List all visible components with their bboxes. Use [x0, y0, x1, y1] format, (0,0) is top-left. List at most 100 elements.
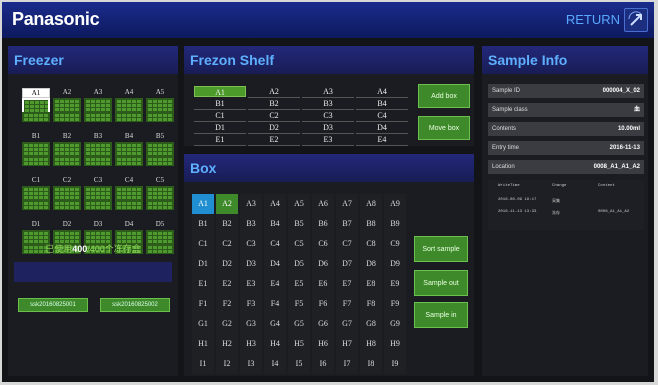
box-cell[interactable]: F6: [312, 294, 334, 314]
box-cell[interactable]: B5: [288, 214, 310, 234]
return-button[interactable]: RETURN: [566, 12, 620, 27]
freezer-rack[interactable]: [146, 200, 174, 210]
sample-in-button[interactable]: Sample in: [414, 302, 468, 328]
box-cell[interactable]: D8: [360, 254, 382, 274]
shelf-slot[interactable]: D1: [194, 122, 246, 134]
box-cell[interactable]: D1: [192, 254, 214, 274]
box-cell[interactable]: I5: [288, 354, 310, 374]
box-cell[interactable]: I3: [240, 354, 262, 374]
box-cell[interactable]: B8: [360, 214, 382, 234]
box-cell[interactable]: F2: [216, 294, 238, 314]
box-cell[interactable]: H8: [360, 334, 382, 354]
freezer-rack[interactable]: [22, 112, 50, 122]
box-cell[interactable]: E1: [192, 274, 214, 294]
box-cell[interactable]: G1: [192, 314, 214, 334]
shelf-slot[interactable]: E2: [248, 134, 300, 146]
box-cell[interactable]: F8: [360, 294, 382, 314]
box-cell[interactable]: A4: [264, 194, 286, 214]
box-cell[interactable]: B3: [240, 214, 262, 234]
box-cell[interactable]: F9: [384, 294, 406, 314]
shelf-slot[interactable]: A1: [194, 86, 246, 97]
box-cell[interactable]: B2: [216, 214, 238, 234]
freezer-rack[interactable]: [146, 156, 174, 166]
box-cell[interactable]: E2: [216, 274, 238, 294]
box-cell[interactable]: A6: [312, 194, 334, 214]
box-cell[interactable]: F3: [240, 294, 262, 314]
box-cell[interactable]: G3: [240, 314, 262, 334]
box-cell[interactable]: H6: [312, 334, 334, 354]
box-cell[interactable]: C5: [288, 234, 310, 254]
box-cell[interactable]: I6: [312, 354, 334, 374]
box-cell[interactable]: D5: [288, 254, 310, 274]
add-box-button[interactable]: Add box: [418, 84, 470, 108]
freezer-rack[interactable]: [22, 156, 50, 166]
freezer-rack[interactable]: [146, 112, 174, 122]
shelf-slot[interactable]: A4: [356, 86, 408, 98]
freezer-rack[interactable]: [53, 112, 81, 122]
box-cell[interactable]: H4: [264, 334, 286, 354]
box-cell[interactable]: A8: [360, 194, 382, 214]
box-cell[interactable]: I1: [192, 354, 214, 374]
box-cell[interactable]: C1: [192, 234, 214, 254]
sample-button-2[interactable]: ssk20160825002: [100, 298, 170, 312]
shelf-slot[interactable]: C1: [194, 110, 246, 122]
box-cell[interactable]: F7: [336, 294, 358, 314]
box-cell[interactable]: D6: [312, 254, 334, 274]
box-cell[interactable]: A7: [336, 194, 358, 214]
shelf-slot[interactable]: E3: [302, 134, 354, 146]
freezer-rack[interactable]: [84, 200, 112, 210]
box-cell[interactable]: E9: [384, 274, 406, 294]
shelf-slot[interactable]: E4: [356, 134, 408, 146]
box-cell[interactable]: E5: [288, 274, 310, 294]
shelf-slot[interactable]: B4: [356, 98, 408, 110]
box-cell[interactable]: I8: [360, 354, 382, 374]
box-cell[interactable]: A5: [288, 194, 310, 214]
box-cell[interactable]: F1: [192, 294, 214, 314]
box-cell[interactable]: H1: [192, 334, 214, 354]
shelf-slot[interactable]: D4: [356, 122, 408, 134]
freezer-rack[interactable]: [84, 156, 112, 166]
box-cell[interactable]: E7: [336, 274, 358, 294]
box-cell[interactable]: H5: [288, 334, 310, 354]
box-cell[interactable]: D2: [216, 254, 238, 274]
shelf-slot[interactable]: C3: [302, 110, 354, 122]
box-cell[interactable]: G7: [336, 314, 358, 334]
box-cell[interactable]: C6: [312, 234, 334, 254]
shelf-slot[interactable]: B2: [248, 98, 300, 110]
box-cell[interactable]: C4: [264, 234, 286, 254]
shelf-slot[interactable]: D3: [302, 122, 354, 134]
box-cell[interactable]: B7: [336, 214, 358, 234]
box-cell[interactable]: E6: [312, 274, 334, 294]
return-icon[interactable]: [624, 8, 648, 32]
box-cell[interactable]: H7: [336, 334, 358, 354]
box-cell[interactable]: A9: [384, 194, 406, 214]
box-cell[interactable]: D4: [264, 254, 286, 274]
shelf-slot[interactable]: D2: [248, 122, 300, 134]
shelf-slot[interactable]: A2: [248, 86, 300, 98]
shelf-slot[interactable]: C4: [356, 110, 408, 122]
box-cell[interactable]: H3: [240, 334, 262, 354]
box-cell[interactable]: I7: [336, 354, 358, 374]
box-cell[interactable]: A3: [240, 194, 262, 214]
box-cell[interactable]: E8: [360, 274, 382, 294]
sample-button-1[interactable]: ssk20160825001: [18, 298, 88, 312]
box-cell[interactable]: E4: [264, 274, 286, 294]
box-cell[interactable]: B1: [192, 214, 214, 234]
box-cell[interactable]: C8: [360, 234, 382, 254]
box-cell[interactable]: D7: [336, 254, 358, 274]
box-cell[interactable]: C7: [336, 234, 358, 254]
freezer-rack[interactable]: [115, 112, 143, 122]
box-cell[interactable]: A1: [192, 194, 214, 214]
move-box-button[interactable]: Move box: [418, 116, 470, 140]
box-cell[interactable]: A2: [216, 194, 238, 214]
box-cell[interactable]: C3: [240, 234, 262, 254]
box-cell[interactable]: G8: [360, 314, 382, 334]
box-cell[interactable]: D9: [384, 254, 406, 274]
shelf-slot[interactable]: C2: [248, 110, 300, 122]
box-cell[interactable]: B9: [384, 214, 406, 234]
box-cell[interactable]: H9: [384, 334, 406, 354]
box-cell[interactable]: E3: [240, 274, 262, 294]
box-cell[interactable]: B4: [264, 214, 286, 234]
box-cell[interactable]: B6: [312, 214, 334, 234]
box-cell[interactable]: G6: [312, 314, 334, 334]
